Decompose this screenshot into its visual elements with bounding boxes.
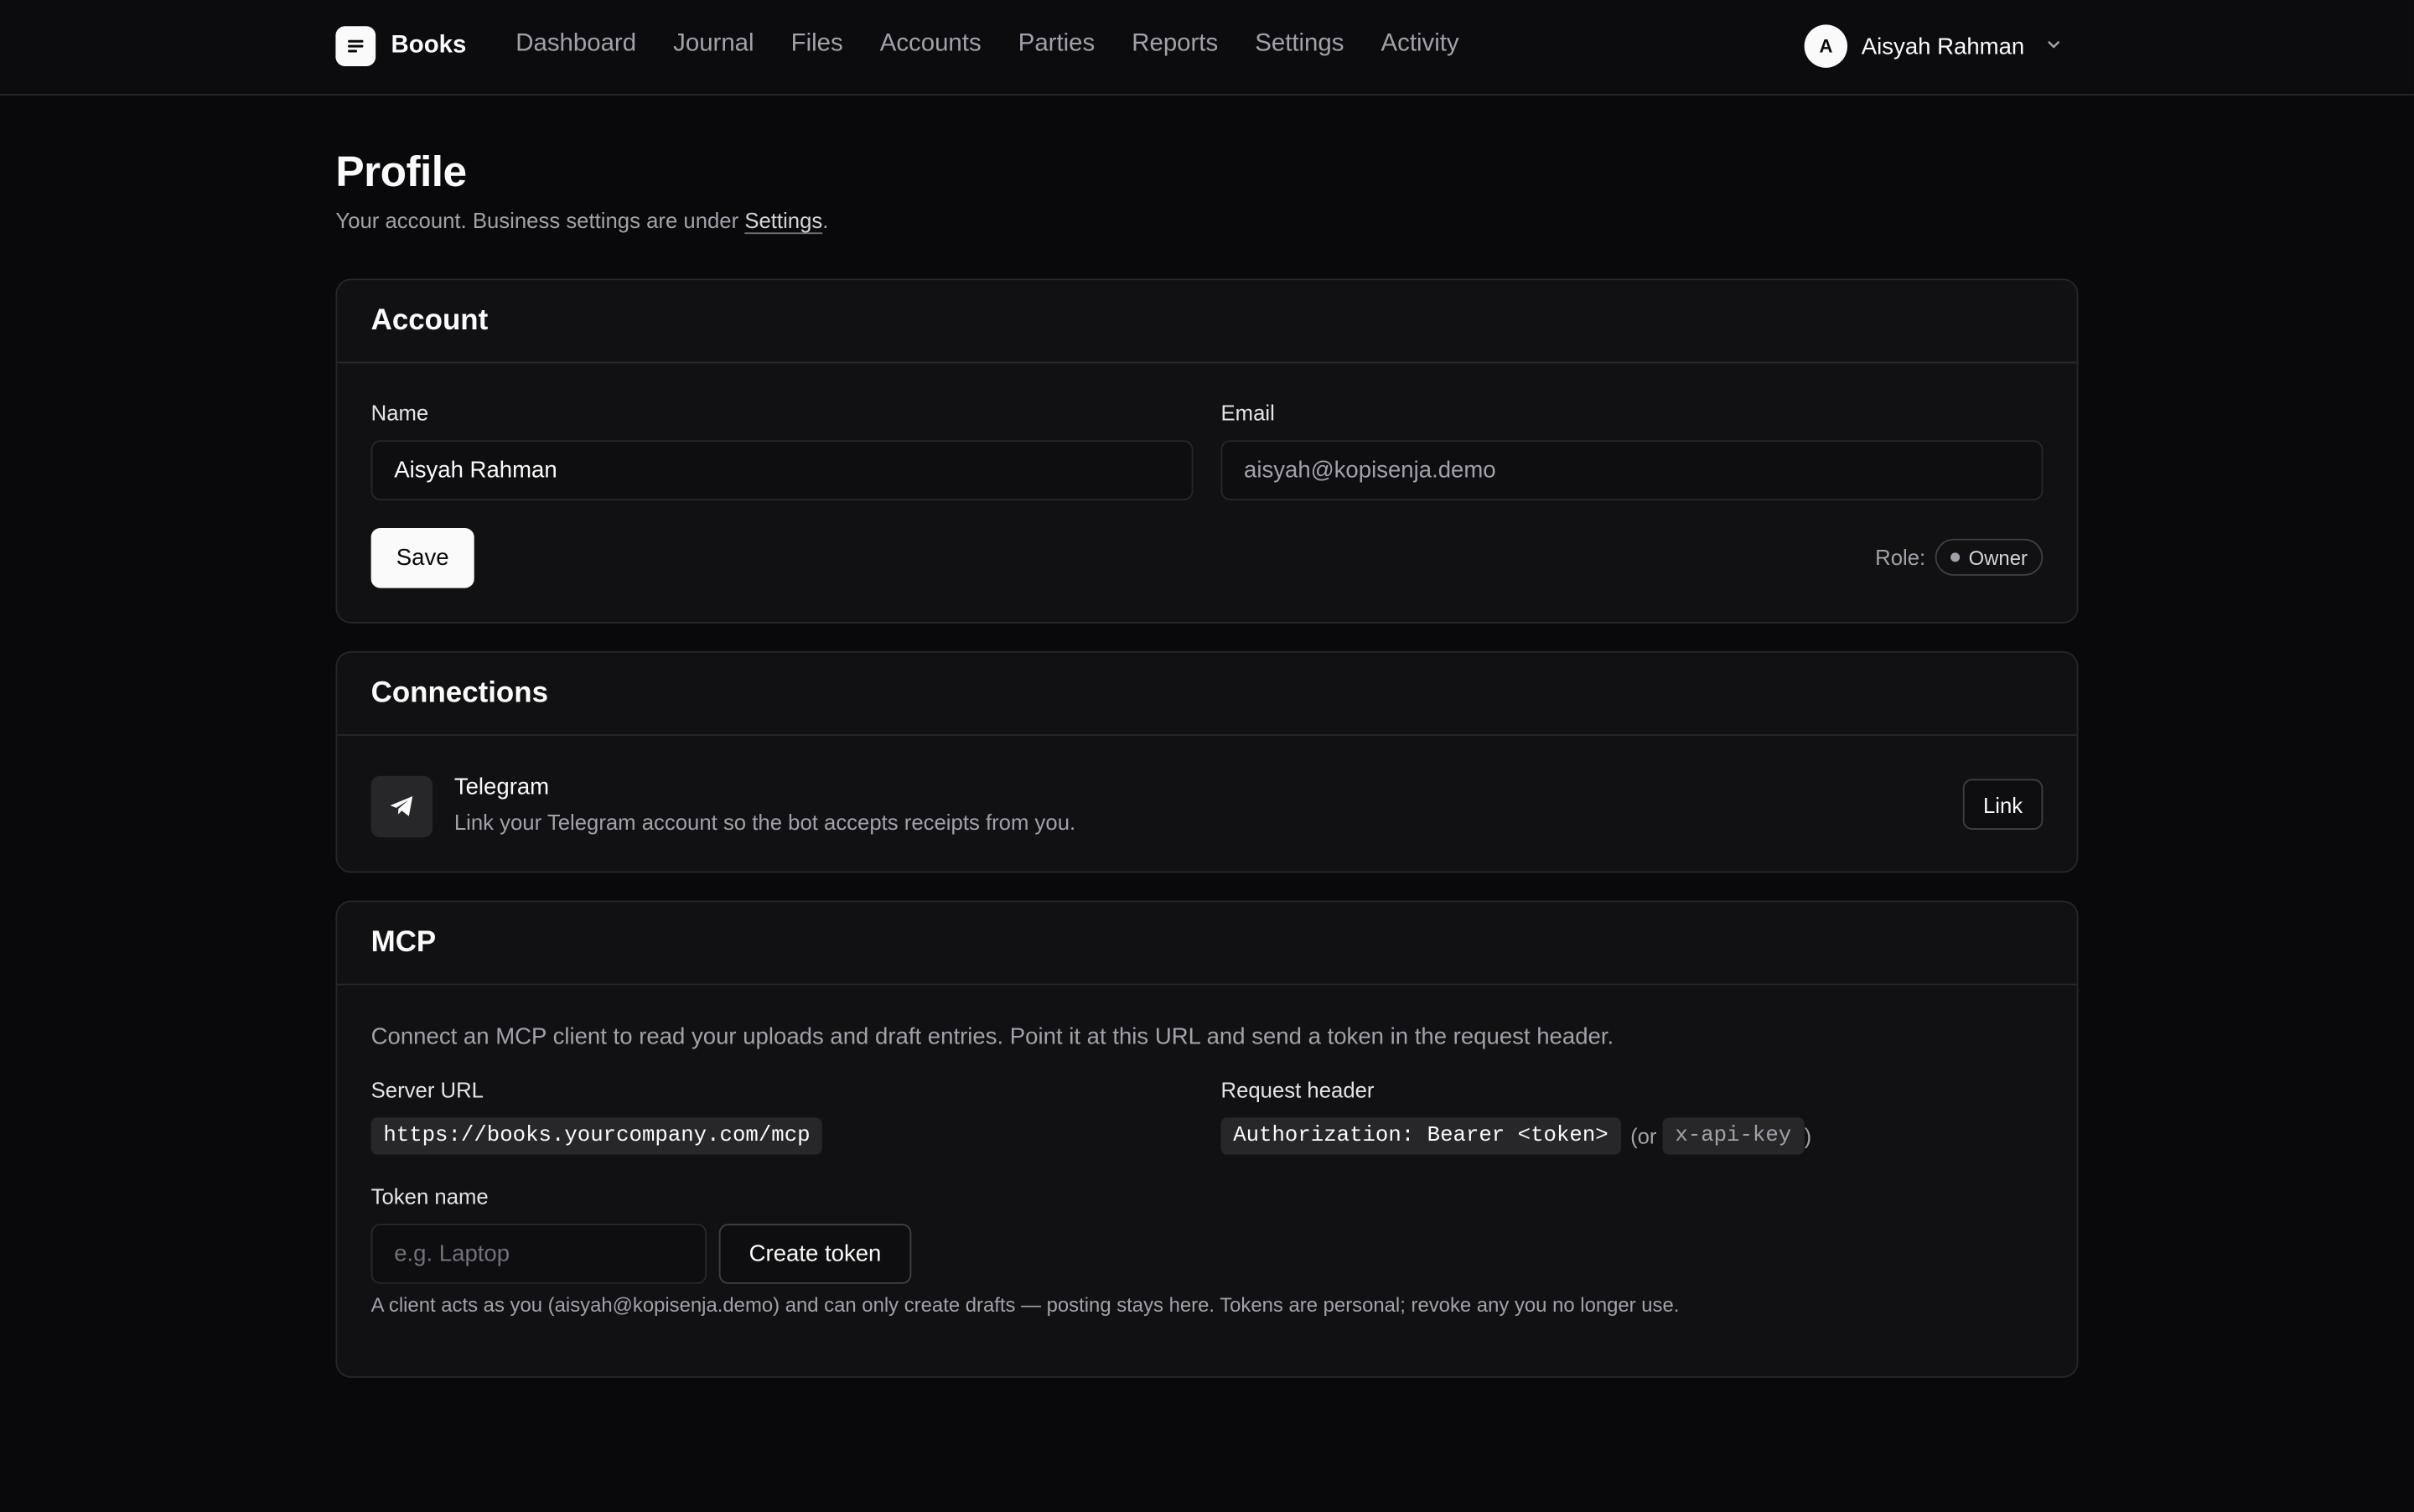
- mcp-card-title: MCP: [337, 902, 2077, 986]
- nav-item-accounts[interactable]: Accounts: [880, 31, 982, 59]
- status-dot-icon: [1950, 552, 1960, 562]
- connections-card-title: Connections: [337, 653, 2077, 736]
- connections-card: Connections Telegram Link your Telegram …: [335, 650, 2079, 873]
- save-button[interactable]: Save: [370, 527, 474, 588]
- role-value: Owner: [1968, 546, 2028, 569]
- nav-item-reports[interactable]: Reports: [1132, 31, 1218, 59]
- request-header-label: Request header: [1220, 1077, 1375, 1103]
- user-name: Aisyah Rahman: [1861, 33, 2025, 60]
- nav-item-journal[interactable]: Journal: [673, 31, 754, 59]
- chevron-down-icon: [2038, 32, 2063, 61]
- link-telegram-button[interactable]: Link: [1962, 779, 2044, 830]
- profile-page: Books Dashboard Journal Files Accounts P…: [0, 0, 2414, 1512]
- telegram-icon: [370, 775, 433, 838]
- role-label: Role:: [1875, 545, 1926, 570]
- brand-name: Books: [391, 32, 467, 59]
- account-card-title: Account: [337, 280, 2077, 364]
- request-header-code[interactable]: Authorization: Bearer <token>: [1220, 1117, 1621, 1155]
- nav-item-files[interactable]: Files: [791, 31, 843, 59]
- subtitle-period: .: [822, 207, 829, 233]
- create-token-button[interactable]: Create token: [718, 1224, 912, 1284]
- account-card: Account Name Email Save Role: Owner: [335, 278, 2079, 624]
- telegram-title: Telegram: [453, 774, 550, 801]
- nav-item-parties[interactable]: Parties: [1018, 31, 1095, 59]
- name-input[interactable]: [370, 440, 1194, 500]
- nav-item-dashboard[interactable]: Dashboard: [515, 31, 636, 59]
- role-badge: Owner: [1935, 538, 2044, 576]
- mcp-card: MCP Connect an MCP client to read your u…: [335, 900, 2079, 1378]
- alt-header-open: (or: [1630, 1123, 1657, 1149]
- page-subtitle: Your account. Business settings are unde…: [335, 208, 828, 232]
- page-title: Profile: [335, 148, 467, 196]
- main-nav: Dashboard Journal Files Accounts Parties…: [515, 31, 1458, 59]
- avatar: A: [1804, 24, 1848, 68]
- brand[interactable]: Books: [335, 26, 466, 66]
- top-bar: Books Dashboard Journal Files Accounts P…: [0, 0, 2414, 96]
- mcp-intro: Connect an MCP client to read your uploa…: [370, 1023, 1614, 1050]
- settings-link[interactable]: Settings: [744, 208, 822, 232]
- nav-item-activity[interactable]: Activity: [1381, 31, 1459, 59]
- telegram-description: Link your Telegram account so the bot ac…: [453, 810, 1076, 835]
- name-label: Name: [370, 400, 429, 425]
- nav-item-settings[interactable]: Settings: [1255, 31, 1344, 59]
- alt-header-close: ): [1804, 1123, 1812, 1149]
- user-menu[interactable]: A Aisyah Rahman: [1804, 24, 2063, 68]
- mcp-footnote: A client acts as you (aisyah@kopisenja.d…: [370, 1292, 1680, 1317]
- role-display: Role: Owner: [1875, 538, 2044, 576]
- server-url-label: Server URL: [370, 1077, 484, 1103]
- token-name-input[interactable]: [370, 1224, 707, 1284]
- email-field[interactable]: [1220, 440, 2044, 500]
- alt-header-code[interactable]: x-api-key: [1662, 1117, 1804, 1155]
- subtitle-text: Your account. Business settings are unde…: [335, 207, 745, 233]
- email-label: Email: [1220, 400, 1275, 425]
- server-url-code[interactable]: https://books.yourcompany.com/mcp: [370, 1117, 823, 1155]
- document-lines-icon: [335, 26, 376, 66]
- token-name-label: Token name: [370, 1183, 489, 1209]
